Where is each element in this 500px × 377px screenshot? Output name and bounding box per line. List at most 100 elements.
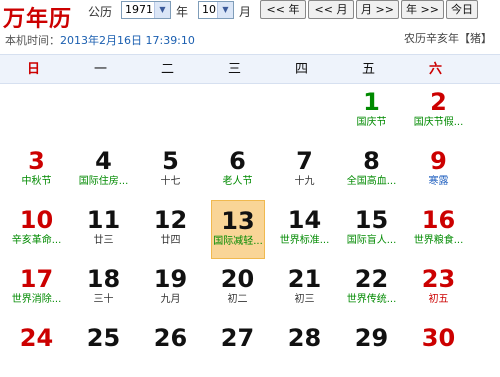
weekday-tue: 二	[160, 61, 174, 76]
day-cell[interactable]: 7 十九	[271, 141, 338, 200]
day-lunar-or-festival: 世界消除...	[11, 294, 62, 305]
day-number: 21	[287, 265, 322, 293]
day-number: 12	[153, 206, 188, 234]
calendar-type-label: 公历	[88, 5, 113, 19]
day-cell[interactable]: 27	[204, 318, 271, 377]
day-lunar-or-festival: 辛亥革命...	[11, 235, 62, 246]
local-time: 本机时间：2013年2月16日 17:39:10	[5, 32, 195, 48]
prev-year-button[interactable]: << 年	[260, 0, 306, 19]
today-button[interactable]: 今日	[446, 0, 478, 19]
day-lunar-or-festival: 十九	[294, 176, 315, 187]
day-lunar-or-festival: 老人节	[222, 176, 253, 187]
day-cell[interactable]: 5 十七	[137, 141, 204, 200]
day-cell[interactable]: 25	[70, 318, 137, 377]
day-number: 18	[86, 265, 121, 293]
day-cell[interactable]: 20 初二	[204, 259, 271, 318]
month-label: 月	[239, 5, 252, 19]
day-number: 29	[354, 324, 389, 352]
day-cell[interactable]: 21 初三	[271, 259, 338, 318]
weekday-mon: 一	[93, 61, 107, 76]
day-lunar-or-festival: 寒露	[428, 176, 449, 187]
weekday-sun: 日	[26, 61, 40, 76]
day-cell[interactable]: 9 寒露	[405, 141, 472, 200]
day-number: 15	[354, 206, 389, 234]
day-lunar-or-festival: 国际减轻...	[213, 236, 263, 247]
chevron-down-icon: ▼	[217, 2, 233, 18]
day-cell[interactable]: 17 世界消除...	[3, 259, 70, 318]
day-lunar-or-festival: 世界粮食...	[413, 235, 464, 246]
day-lunar-or-festival: 廿三	[93, 235, 114, 246]
day-number: 27	[220, 324, 255, 352]
day-number: 3	[28, 147, 45, 175]
day-cell[interactable]: 10 辛亥革命...	[3, 200, 70, 259]
weekday-header: 日 一 二 三 四 五 六	[0, 54, 500, 84]
day-number: 14	[287, 206, 322, 234]
next-year-button[interactable]: 年 >>	[401, 0, 444, 19]
day-number: 8	[363, 147, 380, 175]
day-number: 24	[19, 324, 54, 352]
calendar-grid: 1 国庆节 2 国庆节假... 3 中秋节 4 国际住房... 5 十七 6 老人节 7 十九 8 全国高血.…	[0, 82, 500, 352]
top-bar: 万年历 公历 1971 ▼ 年 10 ▼ 月 << 年 << 月 月 >> 年 …	[0, 0, 500, 52]
day-number: 22	[354, 265, 389, 293]
day-cell[interactable]: 18 三十	[70, 259, 137, 318]
day-number: 1	[363, 88, 380, 116]
empty-cell	[137, 82, 204, 141]
day-cell[interactable]: 12 廿四	[137, 200, 204, 259]
day-cell[interactable]: 8 全国高血...	[338, 141, 405, 200]
day-number: 17	[19, 265, 54, 293]
app-logo: 万年历	[3, 6, 73, 32]
day-cell[interactable]: 13 国际减轻...	[211, 200, 265, 259]
day-cell[interactable]: 22 世界传统...	[338, 259, 405, 318]
day-cell[interactable]: 6 老人节	[204, 141, 271, 200]
year-select-value: 1971	[125, 3, 153, 16]
day-cell[interactable]: 11 廿三	[70, 200, 137, 259]
weekday-thu: 四	[294, 61, 308, 76]
day-number: 13	[221, 207, 255, 235]
day-lunar-or-festival: 初五	[428, 294, 449, 305]
day-number: 20	[220, 265, 255, 293]
day-number: 23	[421, 265, 456, 293]
day-number: 10	[19, 206, 54, 234]
prev-month-button[interactable]: << 月	[308, 0, 354, 19]
day-lunar-or-festival: 国际盲人...	[346, 235, 397, 246]
day-number	[204, 82, 271, 88]
empty-cell	[204, 82, 271, 141]
day-lunar-or-festival: 世界标准...	[279, 235, 330, 246]
day-number: 26	[153, 324, 188, 352]
day-number: 28	[287, 324, 322, 352]
day-cell[interactable]: 29	[338, 318, 405, 377]
day-cell[interactable]: 19 九月	[137, 259, 204, 318]
day-lunar-or-festival: 廿四	[160, 235, 181, 246]
day-cell[interactable]: 2 国庆节假...	[405, 82, 472, 141]
next-month-button[interactable]: 月 >>	[356, 0, 399, 19]
day-cell[interactable]: 14 世界标准...	[271, 200, 338, 259]
day-number: 4	[95, 147, 112, 175]
day-lunar-or-festival: 三十	[93, 294, 114, 305]
day-number: 9	[430, 147, 447, 175]
year-select[interactable]: 1971 ▼	[121, 1, 171, 19]
local-time-label: 本机时间：	[5, 34, 60, 47]
chevron-down-icon: ▼	[154, 2, 170, 18]
day-number: 25	[86, 324, 121, 352]
month-select-value: 10	[202, 3, 216, 16]
day-cell[interactable]: 30	[405, 318, 472, 377]
day-cell[interactable]: 23 初五	[405, 259, 472, 318]
day-cell[interactable]: 28	[271, 318, 338, 377]
day-cell[interactable]: 4 国际住房...	[70, 141, 137, 200]
day-lunar-or-festival: 国际住房...	[78, 176, 129, 187]
day-lunar-or-festival: 全国高血...	[346, 176, 397, 187]
day-cell[interactable]: 24	[3, 318, 70, 377]
day-cell[interactable]: 16 世界粮食...	[405, 200, 472, 259]
day-number: 2	[430, 88, 447, 116]
day-number	[271, 82, 338, 88]
weekday-sat: 六	[428, 61, 442, 76]
day-lunar-or-festival: 十七	[160, 176, 181, 187]
day-number	[70, 82, 137, 88]
day-lunar-or-festival: 世界传统...	[346, 294, 397, 305]
day-cell[interactable]: 15 国际盲人...	[338, 200, 405, 259]
day-cell[interactable]: 26	[137, 318, 204, 377]
day-cell[interactable]: 3 中秋节	[3, 141, 70, 200]
day-cell[interactable]: 1 国庆节	[338, 82, 405, 141]
month-select[interactable]: 10 ▼	[198, 1, 234, 19]
day-lunar-or-festival: 九月	[160, 294, 181, 305]
